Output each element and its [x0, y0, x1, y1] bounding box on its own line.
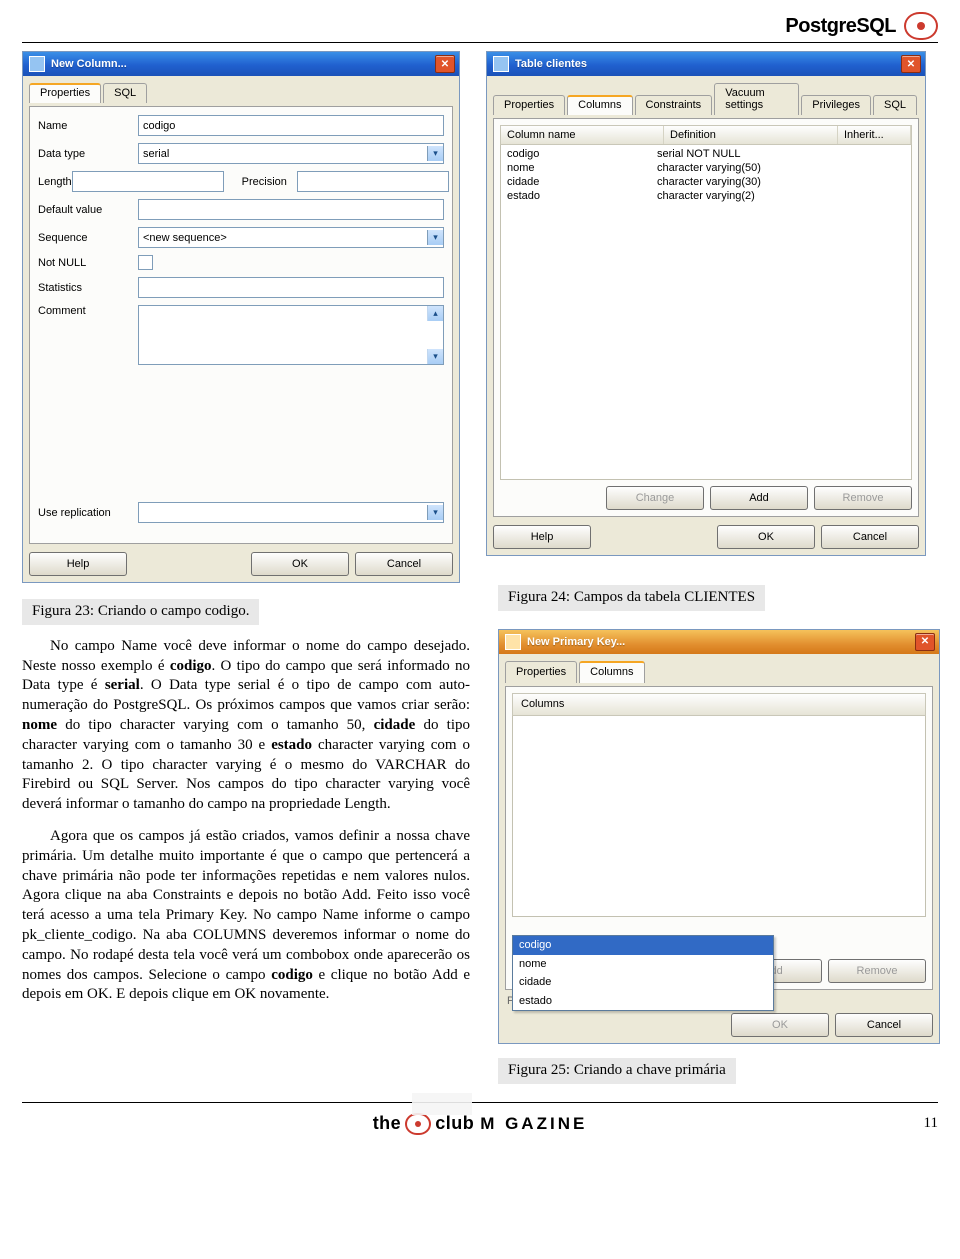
add-button[interactable]: Add: [710, 486, 808, 510]
tab-columns[interactable]: Columns: [567, 95, 632, 115]
ok-button[interactable]: OK: [731, 1013, 829, 1037]
list-item[interactable]: cidade: [513, 973, 773, 992]
window-icon: [29, 56, 45, 72]
window-icon: [505, 634, 521, 650]
ok-button[interactable]: OK: [717, 525, 815, 549]
help-button[interactable]: Help: [29, 552, 127, 576]
window-title: New Primary Key...: [527, 635, 915, 650]
label-sequence: Sequence: [38, 232, 138, 244]
titlebar[interactable]: New Column... ✕: [23, 52, 459, 76]
window-title: New Column...: [51, 58, 435, 70]
tab-constraints[interactable]: Constraints: [635, 95, 713, 115]
new-primary-key-dialog: New Primary Key... ✕ Properties Columns …: [498, 629, 940, 1044]
length-field[interactable]: [72, 171, 224, 192]
name-field[interactable]: [138, 115, 444, 136]
cancel-button[interactable]: Cancel: [355, 552, 453, 576]
window-icon: [493, 56, 509, 72]
remove-button[interactable]: Remove: [828, 959, 926, 983]
overlay-box: [412, 1093, 472, 1115]
close-icon[interactable]: ✕: [435, 55, 455, 73]
tab-vacuum[interactable]: Vacuum settings: [714, 83, 799, 115]
article-paragraph: Agora que os campos já estão criados, va…: [22, 827, 470, 1005]
label-default: Default value: [38, 204, 138, 216]
comment-field[interactable]: ▴▾: [138, 305, 444, 365]
table-clientes-dialog: Table clientes ✕ Properties Columns Cons…: [486, 51, 926, 556]
tab-columns[interactable]: Columns: [579, 661, 644, 684]
col-header-definition[interactable]: Definition: [664, 126, 838, 144]
notnull-checkbox[interactable]: [138, 255, 153, 270]
table-row[interactable]: nomecharacter varying(50): [501, 161, 911, 175]
datatype-select[interactable]: serial▾: [138, 143, 444, 164]
sequence-select[interactable]: <new sequence>▾: [138, 227, 444, 248]
table-row[interactable]: cidadecharacter varying(30): [501, 175, 911, 189]
window-title: Table clientes: [515, 58, 901, 70]
default-field[interactable]: [138, 199, 444, 220]
label-precision: Precision: [242, 176, 287, 188]
chevron-down-icon[interactable]: ▾: [427, 146, 443, 161]
chevron-down-icon[interactable]: ▾: [427, 230, 443, 245]
titlebar[interactable]: New Primary Key... ✕: [499, 630, 939, 654]
label-usereplication: Use replication: [38, 507, 138, 519]
page-footer: the club M GAZINE 11: [22, 1102, 938, 1141]
chevron-down-icon[interactable]: ▾: [427, 505, 443, 520]
label-comment: Comment: [38, 305, 138, 317]
tabstrip: Properties Columns: [505, 660, 933, 683]
label-length: Length: [38, 176, 72, 188]
tabstrip: Properties SQL: [29, 82, 453, 102]
titlebar[interactable]: Table clientes ✕: [487, 52, 925, 76]
table-row[interactable]: codigoserial NOT NULL: [501, 147, 911, 161]
footer-brand-club: club: [435, 1113, 474, 1134]
article-paragraph: No campo Name você deve informar o nome …: [22, 637, 470, 815]
logo-icon: [904, 12, 938, 40]
precision-field[interactable]: [297, 171, 449, 192]
label-name: Name: [38, 120, 138, 132]
close-icon[interactable]: ✕: [915, 633, 935, 651]
tab-properties[interactable]: Properties: [493, 95, 565, 115]
label-datatype: Data type: [38, 148, 138, 160]
remove-button[interactable]: Remove: [814, 486, 912, 510]
cancel-button[interactable]: Cancel: [835, 1013, 933, 1037]
tab-sql[interactable]: SQL: [873, 95, 917, 115]
page-header: PostgreSQL: [22, 12, 938, 43]
col-header-inherit[interactable]: Inherit...: [838, 126, 911, 144]
pk-dropdown-list[interactable]: codigo nome cidade estado: [512, 935, 774, 1011]
tab-privileges[interactable]: Privileges: [801, 95, 871, 115]
scroll-down-icon[interactable]: ▾: [427, 349, 443, 364]
tab-sql[interactable]: SQL: [103, 83, 147, 103]
cancel-button[interactable]: Cancel: [821, 525, 919, 549]
list-item[interactable]: codigo: [513, 936, 773, 955]
logo-icon: [405, 1113, 431, 1135]
figure-caption-25: Figura 25: Criando a chave primária: [498, 1058, 736, 1084]
scroll-up-icon[interactable]: ▴: [427, 306, 443, 321]
footer-brand-the: the: [373, 1113, 402, 1134]
new-column-dialog: New Column... ✕ Properties SQL Name Data…: [22, 51, 460, 583]
list-item[interactable]: estado: [513, 992, 773, 1011]
pk-columns-list[interactable]: [512, 716, 926, 917]
usereplication-select[interactable]: ▾: [138, 502, 444, 523]
list-item[interactable]: nome: [513, 955, 773, 974]
page-number: 11: [924, 1115, 938, 1132]
label-statistics: Statistics: [38, 282, 138, 294]
help-button[interactable]: Help: [493, 525, 591, 549]
close-icon[interactable]: ✕: [901, 55, 921, 73]
header-title: PostgreSQL: [785, 15, 896, 38]
tab-properties[interactable]: Properties: [505, 661, 577, 684]
figure-caption-23: Figura 23: Criando o campo codigo.: [22, 599, 259, 625]
label-notnull: Not NULL: [38, 257, 138, 269]
figure-caption-24: Figura 24: Campos da tabela CLIENTES: [498, 585, 765, 611]
columns-list[interactable]: codigoserial NOT NULL nomecharacter vary…: [500, 145, 912, 480]
footer-magazine: M GAZINE: [480, 1114, 587, 1134]
tabstrip: Properties Columns Constraints Vacuum se…: [493, 82, 919, 114]
statistics-field[interactable]: [138, 277, 444, 298]
ok-button[interactable]: OK: [251, 552, 349, 576]
columns-header: Column name Definition Inherit...: [500, 125, 912, 145]
table-row[interactable]: estadocharacter varying(2): [501, 189, 911, 203]
pk-columns-header[interactable]: Columns: [512, 693, 926, 716]
change-button[interactable]: Change: [606, 486, 704, 510]
col-header-name[interactable]: Column name: [501, 126, 664, 144]
tab-properties[interactable]: Properties: [29, 83, 101, 103]
